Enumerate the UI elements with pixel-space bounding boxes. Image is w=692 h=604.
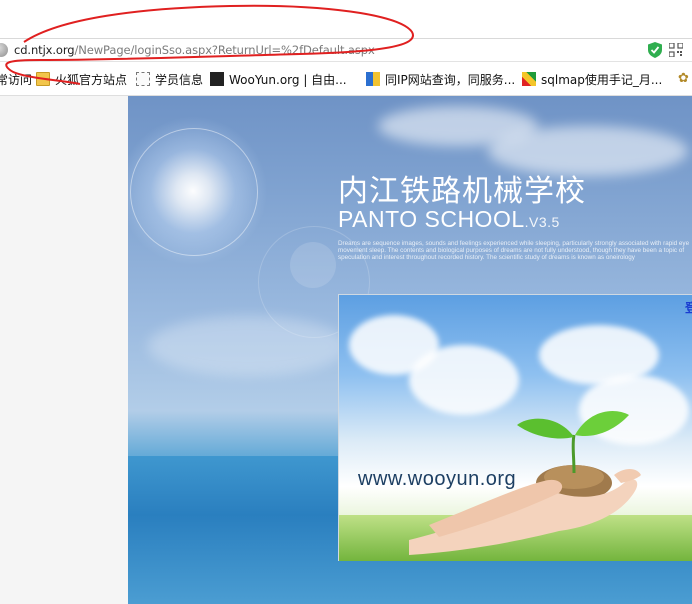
bookmark-ip-lookup[interactable]: 同IP网站查询，同服务... — [366, 71, 515, 87]
bookmark-label: 学员信息 — [155, 73, 204, 87]
bookmark-most-visited[interactable]: 常访问 — [0, 71, 32, 87]
lens-flare — [290, 242, 336, 288]
bookmark-label: sqlmap使用手记_月... — [541, 73, 663, 87]
folder-icon — [36, 72, 50, 86]
bookmark-label: WooYun.org | 自由... — [229, 73, 347, 87]
school-name-en: PANTO SCHOOL.V3.5 — [338, 206, 560, 233]
sqlmap-icon — [522, 72, 536, 86]
school-name-cn: 内江铁路机械学校 — [338, 174, 586, 209]
bookmarks-toolbar: 常访问 火狐官方站点 学员信息 WooYun.org | 自由... 同IP网站… — [0, 62, 692, 96]
wooyun-watermark: www.wooyun.org — [358, 468, 517, 490]
bookmark-firefox-site[interactable]: 火狐官方站点 — [36, 71, 127, 87]
url-text[interactable]: cd.ntjx.org/NewPage/loginSso.aspx?Return… — [14, 43, 375, 57]
login-banner: 内江铁路机械学校 PANTO SCHOOL.V3.5 Dreams are se… — [128, 96, 692, 604]
bookmark-label: 同IP网站查询，同服务... — [385, 73, 516, 87]
version-label: .V3.5 — [524, 214, 560, 230]
url-path: /NewPage/loginSso.aspx?ReturnUrl=%2fDefa… — [74, 43, 375, 57]
bookmark-wooyun[interactable]: WooYun.org | 自由... — [210, 71, 347, 87]
browser-tab-strip — [0, 0, 692, 38]
bookmark-sqlmap[interactable]: sqlmap使用手记_月... — [522, 71, 662, 87]
bookmark-label: 火狐官方站点 — [55, 73, 128, 87]
bookmark-label: 常访问 — [0, 73, 33, 87]
url-host: cd.ntjx.org — [14, 43, 75, 57]
globe-icon — [0, 43, 8, 57]
wooyun-icon — [210, 72, 224, 86]
hands-seedling-image: 登 — [338, 294, 692, 561]
school-name-en-text: PANTO SCHOOL — [338, 206, 525, 232]
ip-lookup-icon — [366, 72, 380, 86]
bookmark-student-info[interactable]: 学员信息 — [136, 71, 203, 87]
leaf-icon[interactable]: ✿ — [678, 71, 689, 87]
login-link[interactable]: 登 — [685, 299, 692, 316]
address-bar[interactable]: cd.ntjx.org/NewPage/loginSso.aspx?Return… — [0, 38, 692, 62]
shield-icon[interactable] — [648, 42, 662, 58]
banner-description: Dreams are sequence images, sounds and f… — [338, 240, 690, 261]
page-left-blank — [0, 96, 128, 604]
page-icon — [136, 72, 150, 86]
hands-with-plant-illustration — [409, 411, 641, 555]
qr-code-icon[interactable] — [669, 43, 683, 57]
sun-ring — [130, 128, 258, 256]
